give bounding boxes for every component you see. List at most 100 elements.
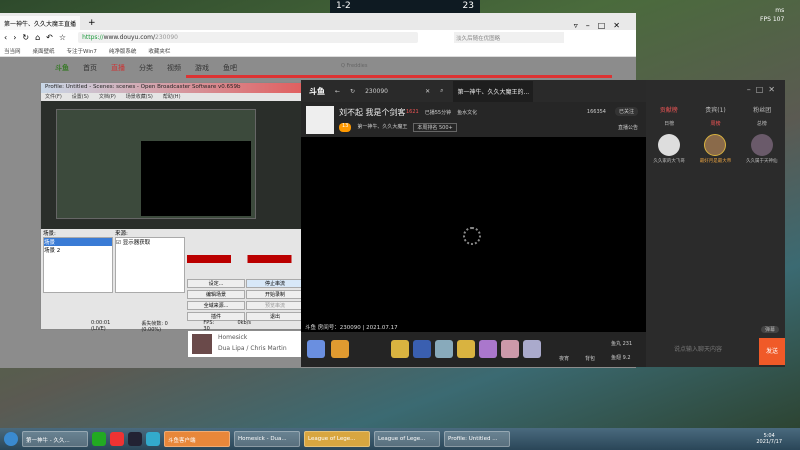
taskbar-item[interactable]: 斗鱼客户端 (164, 431, 230, 447)
app-icon[interactable] (146, 432, 160, 446)
taskbar-item[interactable]: League of Lege... (374, 431, 440, 447)
date: 2021/7/17 (756, 439, 782, 445)
bookmark[interactable]: 收藏夹栏 (148, 47, 170, 55)
user-name: 最好月是最大帝 (699, 159, 732, 164)
start-button[interactable] (4, 432, 18, 446)
room-info: 刘不起 我是个剑客 1621 已播55分钟 鱼水文化 13 第一神牛、久久大魔王 本周排… (301, 102, 646, 137)
top-user[interactable]: 久久家的大飞哥 (653, 134, 685, 164)
fish-ball-count: 231 (622, 341, 633, 347)
menu-item[interactable]: 文档(P) (99, 93, 116, 101)
room-input[interactable]: 230090 (365, 88, 415, 95)
bookmark[interactable]: 当当网 (4, 47, 21, 55)
room-tab[interactable]: 第一神牛、久久大魔王的... (453, 80, 534, 102)
fish-ball-label: 鱼丸 (611, 341, 622, 347)
source-item[interactable]: ☑ 显示器获取 (116, 238, 184, 246)
stop-stream-button[interactable]: 停止串流 (246, 279, 304, 288)
start-record-button[interactable]: 开始录制 (246, 290, 304, 299)
window-controls[interactable]: ▿–□✕ (574, 21, 628, 30)
menu-item[interactable]: 设置(S) (72, 93, 89, 101)
tab-vip[interactable]: 贵宾(1) (705, 105, 726, 114)
level-badge: 13 (339, 123, 352, 132)
clear-icon[interactable]: ✕ (425, 88, 430, 95)
douyu-side-panel: –□✕ 贡献榜 贵宾(1) 粉丝团 日榜 周榜 总榜 久久家的大飞哥 最好月是最大帝 久… (646, 80, 785, 367)
video-player[interactable]: 斗鱼 房间号：230090 | 2021.07.17 (301, 137, 646, 332)
tab-daily[interactable]: 日榜 (664, 120, 674, 127)
clock[interactable]: 5:04 2021/7/17 (756, 433, 782, 445)
gift-icon[interactable] (479, 340, 497, 358)
danmu-toggle[interactable]: 弹幕 (760, 326, 779, 333)
fps-value: 107 (772, 16, 785, 23)
gift-icon[interactable] (331, 340, 349, 358)
game-hud: 1-2 23 (330, 0, 480, 14)
new-tab-button[interactable]: + (88, 18, 96, 28)
preview-stream-button[interactable]: 预览串流 (246, 301, 304, 310)
bookmark[interactable]: 桌面壁纸 (33, 47, 55, 55)
address-bar-row: ‹›↻⌂↶☆ https://www.douyu.com/230090 淡久后随… (0, 30, 636, 45)
obs-title: Profile: Untitled - Scenes: scenes - Ope… (41, 83, 301, 93)
gift-icon[interactable] (413, 340, 431, 358)
scene-item[interactable]: 场景 2 (44, 246, 112, 254)
nav-item[interactable]: 直播 (111, 63, 125, 73)
taskbar-item[interactable]: Homesick - Dua... (234, 431, 300, 447)
nav-icons[interactable]: ‹›↻⌂↶☆ (4, 33, 72, 42)
live-duration: 已播55分钟 (424, 110, 452, 116)
search-icon[interactable]: ⌕ (440, 87, 443, 95)
nav-item[interactable]: 分类 (139, 63, 153, 73)
nav-item[interactable]: 鱼吧 (223, 63, 237, 73)
douyu-logo[interactable]: 斗鱼 (55, 63, 69, 73)
site-nav: 斗鱼 首页 直播 分类 视频 游戏 鱼吧 Q Freddies (55, 63, 367, 73)
nav-item[interactable]: 视频 (167, 63, 181, 73)
global-sources-button[interactable]: 全域来源... (187, 301, 245, 310)
nav-item[interactable]: 游戏 (195, 63, 209, 73)
room-title: 刘不起 我是个剑客 (339, 108, 406, 117)
notice-button[interactable]: 直播公告 (618, 124, 638, 131)
refresh-icon[interactable]: ↻ (350, 88, 355, 95)
sources-label: 来源: (115, 231, 128, 237)
gift-icon[interactable] (457, 340, 475, 358)
top-user[interactable]: 最好月是最大帝 (699, 134, 732, 164)
backpack-button[interactable]: 背包 (585, 355, 595, 362)
nav-item[interactable]: 首页 (83, 63, 97, 73)
client-window-controls[interactable]: –□✕ (646, 80, 785, 102)
tab-contribution[interactable]: 贡献榜 (660, 105, 678, 114)
menu-item[interactable]: 文件(F) (45, 93, 62, 101)
bookmark[interactable]: 专注于Win7 (67, 47, 97, 55)
url-input[interactable]: https://www.douyu.com/230090 (78, 32, 419, 43)
site-search[interactable]: Q Freddies (341, 63, 367, 73)
source-label: 显示器获取 (122, 240, 151, 246)
settings-button[interactable]: 设定... (187, 279, 245, 288)
gift-icon[interactable] (435, 340, 453, 358)
tab-total[interactable]: 总榜 (757, 120, 767, 127)
gift-icon[interactable] (523, 340, 541, 358)
audio-meters (187, 255, 297, 263)
edit-scene-button[interactable]: 编辑场景 (187, 290, 245, 299)
menu-item[interactable]: 场景收藏(S) (126, 93, 153, 101)
search-input[interactable]: 淡久后随在优图略 (454, 32, 565, 43)
streamer-name[interactable]: 第一神牛、久久大魔王 (357, 123, 407, 132)
streamer-avatar[interactable] (306, 106, 334, 134)
back-icon[interactable]: ← (335, 88, 340, 95)
gift-icon[interactable] (307, 340, 325, 358)
taskbar-item[interactable]: Profile: Untitled ... (444, 431, 510, 447)
gift-icon[interactable] (501, 340, 519, 358)
app-icon[interactable] (92, 432, 106, 446)
follow-button[interactable]: 已关注 (614, 107, 638, 116)
taskbar-item[interactable]: League of Lege... (304, 431, 370, 447)
taskbar-item[interactable]: 第一神牛 - 久久... (22, 431, 88, 447)
night-snack-button[interactable]: 夜宵 (559, 355, 569, 362)
send-button[interactable]: 发送 (759, 338, 785, 365)
menu-item[interactable]: 帮助(H) (163, 93, 181, 101)
weekly-rank[interactable]: 本周排名 500+ (413, 123, 457, 132)
bookmark[interactable]: 纯净版系统 (109, 47, 137, 55)
tab-weekly[interactable]: 周榜 (710, 120, 720, 127)
browser-tab[interactable]: 第一神牛、久久大魔王直播 (0, 16, 80, 30)
gift-icon[interactable] (391, 340, 409, 358)
chat-input[interactable]: 说点输入聊天内容 (674, 344, 722, 353)
app-icon[interactable] (110, 432, 124, 446)
tab-fans[interactable]: 粉丝团 (753, 105, 771, 114)
scene-item[interactable]: 场景 (44, 238, 112, 246)
bookmarks-bar: 当当网 桌面壁纸 专注于Win7 纯净版系统 收藏夹栏 (0, 45, 636, 57)
top-user[interactable]: 久久属于天神仙 (746, 134, 778, 164)
steam-icon[interactable] (128, 432, 142, 446)
song-title: Homesick (218, 334, 248, 341)
